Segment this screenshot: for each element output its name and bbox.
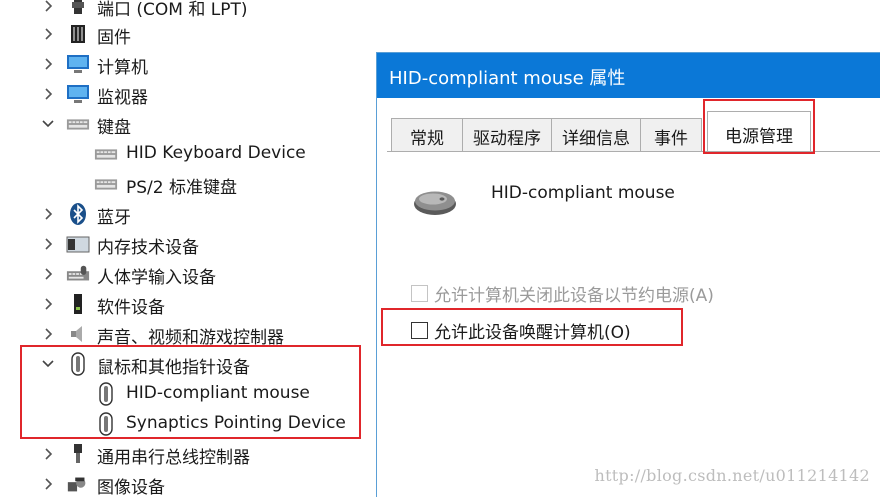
chevron-right-icon[interactable]: [40, 199, 56, 229]
tab-driver[interactable]: 驱动程序: [462, 118, 552, 151]
tree-item-label: 端口 (COM 和 LPT): [97, 0, 248, 20]
tree-item-label: 蓝牙: [97, 208, 131, 228]
chevron-right-icon[interactable]: [40, 439, 56, 469]
hid-icon: [66, 262, 90, 286]
tree-item-label: 计算机: [97, 58, 148, 78]
device-tree: 端口 (COM 和 LPT) 固件 计算机 监视器 键盘 HID Keyboar…: [0, 0, 376, 497]
tree-item-label: 内存技术设备: [97, 238, 199, 258]
usb-icon: [66, 442, 90, 466]
chevron-right-icon[interactable]: [40, 79, 56, 109]
memory-icon: [66, 232, 90, 256]
allow-power-off-option: 允许计算机关闭此设备以节约电源(A): [411, 281, 714, 306]
tree-item-label: 键盘: [97, 118, 131, 138]
port-icon: [66, 0, 90, 18]
power-tab-highlight: [703, 99, 815, 154]
mouse-group-highlight: [20, 345, 361, 439]
dialog-title[interactable]: HID-compliant mouse 属性: [377, 53, 880, 98]
chevron-right-icon[interactable]: [40, 0, 56, 21]
device-name: HID-compliant mouse: [491, 183, 675, 203]
tree-item-label: 软件设备: [97, 298, 165, 318]
tree-item-label: 固件: [97, 28, 131, 48]
camera-icon: [66, 472, 90, 496]
chevron-right-icon[interactable]: [40, 19, 56, 49]
chevron-right-icon[interactable]: [40, 469, 56, 497]
tab-general[interactable]: 常规: [391, 118, 463, 151]
chevron-down-icon[interactable]: [40, 109, 56, 139]
tab-details[interactable]: 详细信息: [551, 118, 641, 151]
monitor-icon: [66, 82, 90, 106]
tree-item-label: 图像设备: [97, 478, 165, 497]
properties-dialog: HID-compliant mouse 属性 常规 驱动程序 详细信息 事件 电…: [376, 52, 880, 497]
chevron-right-icon[interactable]: [40, 229, 56, 259]
tree-item-label: HID Keyboard Device: [126, 143, 306, 163]
bluetooth-icon: [66, 202, 90, 226]
chevron-right-icon[interactable]: [40, 289, 56, 319]
mouse-device-icon: [411, 185, 459, 219]
wake-option-highlight: [381, 308, 683, 346]
tree-item-label: 通用串行总线控制器: [97, 448, 250, 468]
allow-power-off-checkbox: [411, 285, 428, 302]
computer-icon: [66, 52, 90, 76]
chevron-right-icon[interactable]: [40, 259, 56, 289]
speaker-icon: [66, 322, 90, 346]
tab-events[interactable]: 事件: [640, 118, 702, 151]
keyboard-icon: [94, 172, 118, 196]
software-device-icon: [66, 292, 90, 316]
watermark: http://blog.csdn.net/u011214142: [594, 466, 870, 485]
tree-item-label: 人体学输入设备: [97, 268, 216, 288]
keyboard-icon: [94, 142, 118, 166]
keyboard-icon: [66, 112, 90, 136]
firmware-icon: [66, 22, 90, 46]
tree-item-label: PS/2 标准键盘: [126, 178, 237, 198]
allow-power-off-label: 允许计算机关闭此设备以节约电源(A): [434, 286, 714, 306]
tree-item-label: 监视器: [97, 88, 148, 108]
chevron-right-icon[interactable]: [40, 49, 56, 79]
